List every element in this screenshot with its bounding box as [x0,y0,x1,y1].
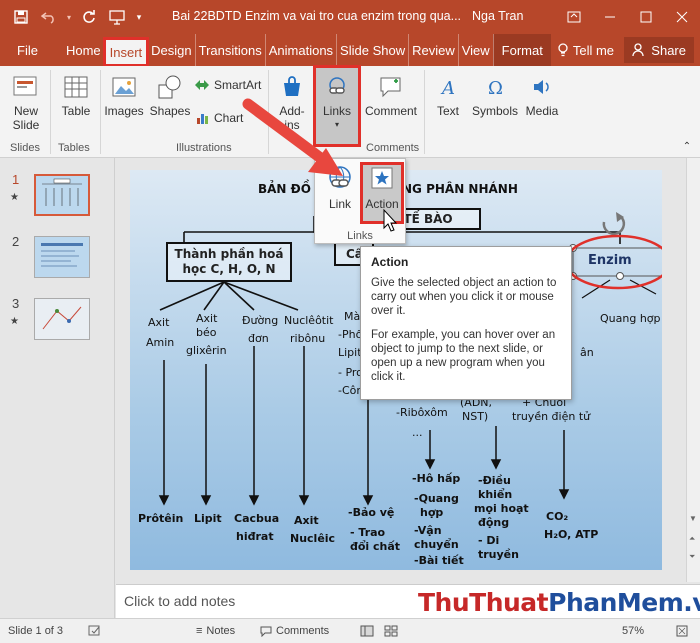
notes-toggle-label: Notes [206,625,236,637]
watermark-logo: ThuThuatPhanMem.vn [418,588,700,617]
normal-view-icon[interactable] [360,625,374,637]
watermark-part-2: PhanMem [548,588,684,617]
mouse-pointer-icon [383,208,398,232]
notes-placeholder: Click to add notes [124,593,236,609]
comments-toggle-label: Comments [276,625,330,637]
comments-toggle[interactable]: Comments [260,625,329,637]
notes-icon: ≡ [196,625,203,637]
watermark-part-3: .vn [683,588,700,617]
watermark-part-1: ThuThuat [418,588,549,617]
annotation-arrow [242,98,398,232]
fit-to-window-icon[interactable] [676,625,688,637]
zoom-level[interactable]: 57% [622,625,644,637]
status-bar: Slide 1 of 3 ≡ Notes Comments 57% [0,618,700,643]
comments-icon [260,626,272,637]
spell-check-icon[interactable] [88,625,102,637]
notes-toggle[interactable]: ≡ Notes [196,625,235,637]
slide-counter: Slide 1 of 3 [8,625,64,637]
slide-sorter-icon[interactable] [384,625,398,637]
